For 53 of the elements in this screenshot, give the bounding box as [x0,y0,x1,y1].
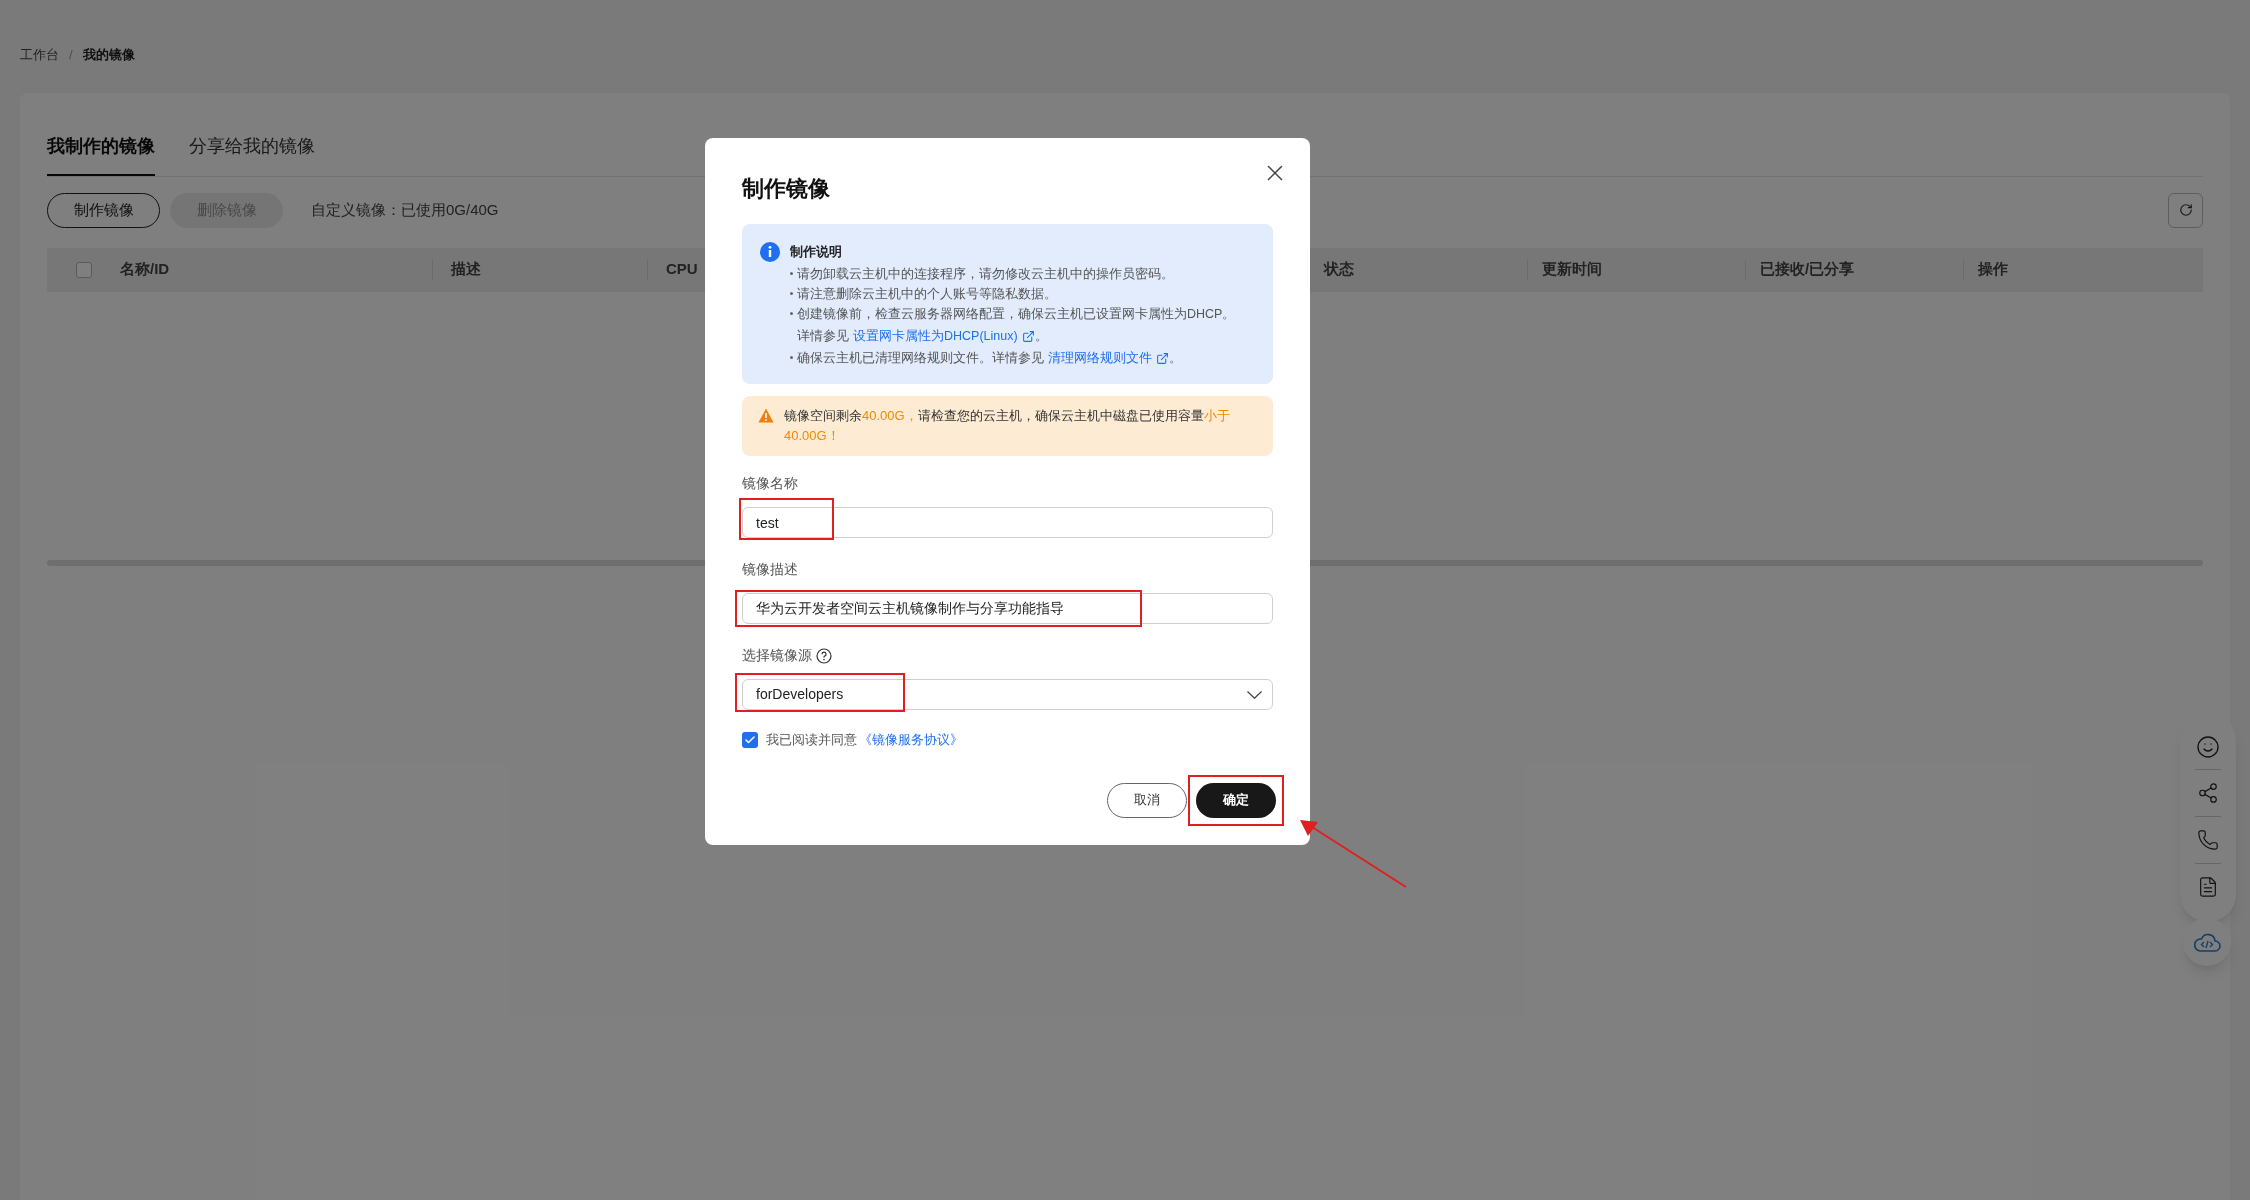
external-link-icon [1156,351,1169,365]
agreement-checkbox[interactable] [742,731,758,748]
help-icon[interactable] [816,647,832,664]
external-link-icon [1021,329,1035,343]
field-label: 镜像名称 [742,474,798,493]
select-all-checkbox[interactable] [75,261,92,278]
bullet-icon [790,272,793,275]
phone-icon[interactable] [2197,829,2219,851]
warning-text: 镜像空间剩余40.00G，请检查您的云主机，确保云主机中磁盘已使用容量小于40.00G！ [784,407,1231,445]
column-header: CPU [666,259,698,280]
info-item: 请勿卸载云主机中的连接程序，请勿修改云主机中的操作员密码。 [797,266,1174,283]
confirm-button[interactable]: 确定 [1196,782,1276,818]
doc-link[interactable]: 设置网卡属性为DHCP(Linux) [853,326,1035,346]
breadcrumb-link[interactable]: 工作台 [20,45,59,65]
check-icon [744,733,756,746]
document-icon[interactable] [2197,876,2219,898]
info-icon [760,242,780,262]
cancel-button[interactable]: 取消 [1107,782,1187,818]
column-header: 操作 [1978,259,2008,280]
chevron-down-icon [1247,690,1262,699]
bullet-icon [790,312,793,315]
warning-icon [758,408,774,423]
refresh-icon [2178,203,2193,217]
column-header: 已接收/已分享 [1760,259,1855,280]
column-header: 更新时间 [1542,259,1602,280]
field-label: 镜像描述 [742,560,798,579]
breadcrumb-separator: / [69,46,73,64]
column-header: 描述 [451,259,481,280]
info-item: 确保云主机已清理网络规则文件。详情参见 清理网络规则文件 。 [797,348,1182,368]
dialog-title: 制作镜像 [742,178,831,200]
smiley-icon[interactable] [2196,735,2220,759]
doc-link[interactable]: 清理网络规则文件 [1048,348,1169,368]
column-header: 名称/ID [120,259,170,280]
breadcrumb-link[interactable]: 我的镜像 [82,45,135,65]
agreement-text: 我已阅读并同意 [766,731,857,749]
bullet-icon [790,356,793,359]
share-icon[interactable] [2197,782,2219,804]
cloud-code-icon [2193,931,2221,953]
column-header: 状态 [1324,259,1354,280]
info-item: 请注意删除云主机中的个人账号等隐私数据。 [797,286,1057,303]
info-item: 创建镜像前，检查云服务器网络配置，确保云主机已设置网卡属性为DHCP。 [797,306,1236,323]
input-field[interactable]: test [742,507,1273,538]
input-field[interactable]: 华为云开发者空间云主机镜像制作与分享功能指导 [742,593,1273,624]
refresh-button[interactable] [2168,192,2203,228]
info-item: 详情参见 设置网卡属性为DHCP(Linux) 。 [790,326,1261,346]
bullet-icon [790,292,793,295]
info-title: 制作说明 [790,243,842,262]
tab[interactable]: 我制作的镜像 [47,132,155,176]
select-field[interactable]: forDevelopers [742,679,1273,710]
field-label: 选择镜像源 [742,646,812,665]
quota-text: 自定义镜像：已使用0G/40G [311,199,499,220]
agreement-link[interactable]: 《镜像服务协议》 [859,730,963,750]
tab[interactable]: 分享给我的镜像 [189,132,315,176]
